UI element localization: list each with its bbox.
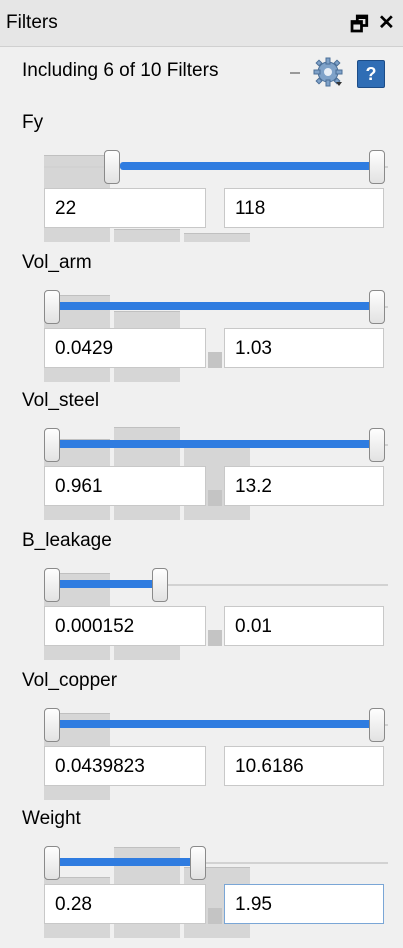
- slider-handle-max[interactable]: [152, 568, 168, 602]
- filter-name: B_leakage: [22, 530, 112, 551]
- max-input[interactable]: 118: [224, 188, 384, 228]
- filter-name: Fy: [22, 112, 44, 133]
- slider-handle-min[interactable]: [44, 568, 60, 602]
- slider-range: [120, 162, 382, 170]
- slider-handle-max[interactable]: [190, 846, 206, 880]
- slider-range: [52, 720, 382, 728]
- min-input[interactable]: 0.28: [44, 884, 206, 924]
- filter-weight: Weight 0.28 1.95: [0, 808, 403, 948]
- filter-vol-arm: Vol_arm 0.0429 1.03: [0, 252, 403, 392]
- panel-title: Filters: [6, 12, 58, 33]
- slider-range: [52, 302, 382, 310]
- filter-name: Vol_arm: [22, 252, 92, 273]
- slider-handle-min[interactable]: [44, 290, 60, 324]
- filter-vol-steel: Vol_steel 0.961 13.2: [0, 390, 403, 530]
- min-input[interactable]: 0.000152: [44, 606, 206, 646]
- min-input[interactable]: 0.0439823: [44, 746, 206, 786]
- slider-handle-min[interactable]: [44, 428, 60, 462]
- max-input[interactable]: 10.6186: [224, 746, 384, 786]
- slider-handle-min[interactable]: [44, 846, 60, 880]
- filter-b-leakage: B_leakage 0.000152 0.01: [0, 530, 403, 670]
- slider-range: [52, 858, 198, 866]
- close-icon[interactable]: ✕: [378, 10, 395, 35]
- slider-handle-max[interactable]: [369, 428, 385, 462]
- filter-vol-copper: Vol_copper 0.0439823 10.6186: [0, 670, 403, 810]
- filter-name: Vol_steel: [22, 390, 100, 411]
- slider-range: [52, 440, 382, 448]
- filter-fy: Fy 22 118: [0, 112, 403, 252]
- max-input[interactable]: 1.95: [224, 884, 384, 924]
- slider-handle-max[interactable]: [369, 708, 385, 742]
- slider-handle-min[interactable]: [44, 708, 60, 742]
- filter-summary: Including 6 of 10 Filters: [22, 60, 219, 81]
- slider-handle-min[interactable]: [104, 150, 120, 184]
- gear-icon[interactable]: [312, 56, 344, 88]
- min-input[interactable]: 0.0429: [44, 328, 206, 368]
- max-input[interactable]: 1.03: [224, 328, 384, 368]
- help-icon[interactable]: ?: [357, 60, 385, 88]
- max-input[interactable]: 13.2: [224, 466, 384, 506]
- restore-icon[interactable]: 🗗: [350, 10, 369, 44]
- slider-range: [52, 580, 162, 588]
- min-input[interactable]: 0.961: [44, 466, 206, 506]
- panel-titlebar: Filters 🗗 ✕: [0, 0, 403, 47]
- slider-handle-max[interactable]: [369, 290, 385, 324]
- filter-name: Weight: [22, 808, 81, 829]
- slider-handle-max[interactable]: [369, 150, 385, 184]
- separator: [290, 72, 300, 74]
- filter-name: Vol_copper: [22, 670, 118, 691]
- min-input[interactable]: 22: [44, 188, 206, 228]
- max-input[interactable]: 0.01: [224, 606, 384, 646]
